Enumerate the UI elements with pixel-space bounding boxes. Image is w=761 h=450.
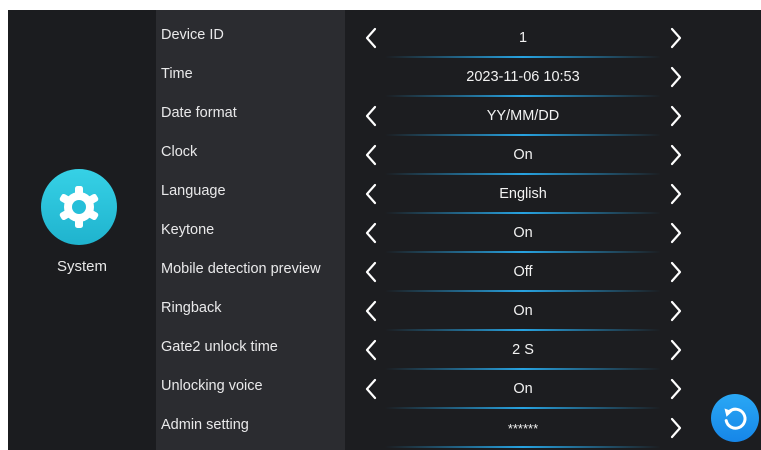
setting-label: Ringback [161, 300, 222, 316]
setting-value-row: YY/MM/DD [345, 97, 701, 136]
setting-label: Admin setting [161, 417, 249, 433]
chevron-right-icon[interactable] [665, 221, 687, 245]
setting-label: Keytone [161, 222, 215, 238]
chevron-right-icon[interactable] [665, 260, 687, 284]
setting-label: Language [161, 183, 226, 199]
chevron-left-icon[interactable] [360, 143, 382, 167]
value-underline [385, 446, 661, 448]
setting-label: Clock [161, 144, 198, 160]
chevron-right-icon[interactable] [665, 65, 687, 89]
chevron-right-icon[interactable] [665, 26, 687, 50]
setting-value[interactable]: 1 [385, 19, 661, 58]
setting-value[interactable]: On [385, 214, 661, 253]
chevron-right-icon[interactable] [665, 338, 687, 362]
setting-value[interactable]: 2023-11-06 10:53 [385, 58, 661, 97]
chevron-left-icon[interactable] [360, 377, 382, 401]
settings-screen: System Device ID Time Date format Clock Lang… [8, 10, 761, 450]
setting-label: Unlocking voice [161, 378, 263, 394]
setting-value-row: On [345, 292, 701, 331]
category-panel: System [8, 10, 156, 450]
setting-value[interactable]: ****** [385, 409, 661, 448]
refresh-button[interactable] [711, 394, 759, 442]
settings-label-column: Device ID Time Date format Clock Language Key… [156, 10, 345, 450]
chevron-left-icon[interactable] [360, 338, 382, 362]
setting-value[interactable]: On [385, 136, 661, 175]
setting-value-row: On [345, 214, 701, 253]
setting-value[interactable]: YY/MM/DD [385, 97, 661, 136]
setting-value[interactable]: English [385, 175, 661, 214]
gear-icon [59, 186, 99, 228]
setting-label: Time [161, 66, 193, 82]
setting-value[interactable]: On [385, 292, 661, 331]
setting-value-row: Off [345, 253, 701, 292]
chevron-left-icon[interactable] [360, 299, 382, 323]
chevron-right-icon[interactable] [665, 377, 687, 401]
setting-label: Mobile detection preview [161, 261, 321, 277]
chevron-left-icon[interactable] [360, 182, 382, 206]
setting-value-row: On [345, 370, 701, 409]
setting-value-row: 2 S [345, 331, 701, 370]
setting-value-row: On [345, 136, 701, 175]
refresh-icon [724, 407, 747, 430]
setting-value-row: 1 [345, 19, 701, 58]
chevron-left-icon[interactable] [360, 26, 382, 50]
setting-label: Device ID [161, 27, 224, 43]
chevron-right-icon[interactable] [665, 182, 687, 206]
setting-value-row: ****** [345, 409, 701, 448]
chevron-right-icon[interactable] [665, 299, 687, 323]
system-gear-button[interactable] [41, 169, 117, 245]
setting-value-row: English [345, 175, 701, 214]
category-label: System [56, 258, 107, 275]
chevron-right-icon[interactable] [665, 104, 687, 128]
chevron-left-icon[interactable] [360, 221, 382, 245]
setting-value[interactable]: 2 S [385, 331, 661, 370]
settings-value-column: 1 2023-11-06 10:53 YY/MM/DD On English On Off O… [345, 10, 761, 450]
chevron-right-icon[interactable] [665, 416, 687, 440]
chevron-left-icon[interactable] [360, 104, 382, 128]
setting-label: Gate2 unlock time [161, 339, 278, 355]
setting-label: Date format [161, 105, 237, 121]
setting-value[interactable]: On [385, 370, 661, 409]
chevron-right-icon[interactable] [665, 143, 687, 167]
chevron-left-icon[interactable] [360, 260, 382, 284]
setting-value[interactable]: Off [385, 253, 661, 292]
setting-value-row: 2023-11-06 10:53 [345, 58, 701, 97]
